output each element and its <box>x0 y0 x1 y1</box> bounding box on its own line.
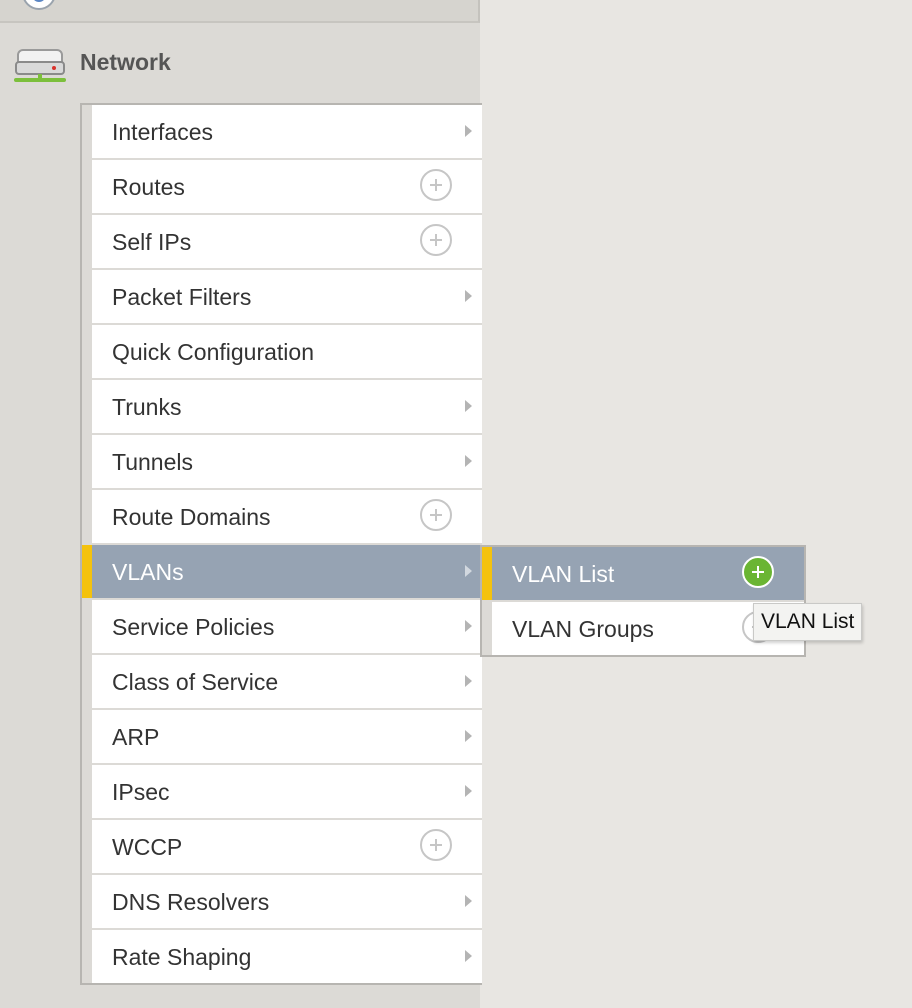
menu-item-label: IPsec <box>112 779 170 805</box>
network-device-icon <box>14 49 66 82</box>
submenu-arrow-icon <box>465 620 472 632</box>
tooltip: VLAN List <box>753 603 863 641</box>
menu-item-service-policies[interactable]: Service Policies <box>92 600 482 653</box>
submenu-arrow-icon <box>465 400 472 412</box>
menu-item-routes[interactable]: Routes <box>92 160 482 213</box>
add-vlan-icon[interactable] <box>742 556 774 588</box>
menu-item-vlans[interactable]: VLANs <box>82 545 482 598</box>
menu-item-tunnels[interactable]: Tunnels <box>92 435 482 488</box>
menu-item-route-domains[interactable]: Route Domains <box>92 490 482 543</box>
menu-item-label: Rate Shaping <box>112 944 252 970</box>
menu-item-label: ARP <box>112 724 160 750</box>
menu-item-label: WCCP <box>112 834 183 860</box>
menu-item-label: VLANs <box>112 559 184 585</box>
menu-item-trunks[interactable]: Trunks <box>92 380 482 433</box>
submenu-arrow-icon <box>465 125 472 137</box>
network-menu: Interfaces Routes Self IPs Packet Filter… <box>80 103 482 985</box>
menu-item-self-ips[interactable]: Self IPs <box>92 215 482 268</box>
menu-item-label: Self IPs <box>112 229 192 255</box>
submenu-arrow-icon <box>465 565 472 577</box>
submenu-item-label: VLAN Groups <box>512 616 654 642</box>
add-wccp-icon[interactable] <box>420 829 452 861</box>
menu-item-packet-filters[interactable]: Packet Filters <box>92 270 482 323</box>
menu-item-ipsec[interactable]: IPsec <box>92 765 482 818</box>
menu-item-label: Tunnels <box>112 449 193 475</box>
submenu-item-label: VLAN List <box>512 561 615 587</box>
navigation-panel: Network Interfaces Routes Self IPs Packe… <box>0 0 482 1008</box>
add-route-domain-icon[interactable] <box>420 499 452 531</box>
menu-item-label: Class of Service <box>112 669 279 695</box>
submenu-arrow-icon <box>465 895 472 907</box>
menu-item-rate-shaping[interactable]: Rate Shaping <box>92 930 482 983</box>
menu-item-label: Quick Configuration <box>112 339 314 365</box>
menu-item-label: Route Domains <box>112 504 271 530</box>
add-route-icon[interactable] <box>420 169 452 201</box>
menu-item-label: Packet Filters <box>112 284 252 310</box>
submenu-arrow-icon <box>465 290 472 302</box>
section-title: Network <box>80 49 171 75</box>
previous-section-header[interactable] <box>0 0 480 23</box>
menu-item-wccp[interactable]: WCCP <box>92 820 482 873</box>
menu-item-label: Service Policies <box>112 614 275 640</box>
submenu-item-vlan-list[interactable]: VLAN List <box>482 547 804 600</box>
menu-item-arp[interactable]: ARP <box>92 710 482 763</box>
menu-item-label: DNS Resolvers <box>112 889 270 915</box>
add-self-ip-icon[interactable] <box>420 224 452 256</box>
menu-item-quick-configuration[interactable]: Quick Configuration <box>92 325 482 378</box>
menu-item-class-of-service[interactable]: Class of Service <box>92 655 482 708</box>
menu-item-dns-resolvers[interactable]: DNS Resolvers <box>92 875 482 928</box>
submenu-arrow-icon <box>465 675 472 687</box>
menu-item-label: Interfaces <box>112 119 213 145</box>
submenu-arrow-icon <box>465 730 472 742</box>
submenu-arrow-icon <box>465 785 472 797</box>
menu-item-interfaces[interactable]: Interfaces <box>92 105 482 158</box>
menu-item-label: Trunks <box>112 394 182 420</box>
menu-item-label: Routes <box>112 174 185 200</box>
shield-icon <box>22 0 56 10</box>
network-section-header[interactable]: Network <box>0 22 480 104</box>
submenu-arrow-icon <box>465 950 472 962</box>
submenu-arrow-icon <box>465 455 472 467</box>
